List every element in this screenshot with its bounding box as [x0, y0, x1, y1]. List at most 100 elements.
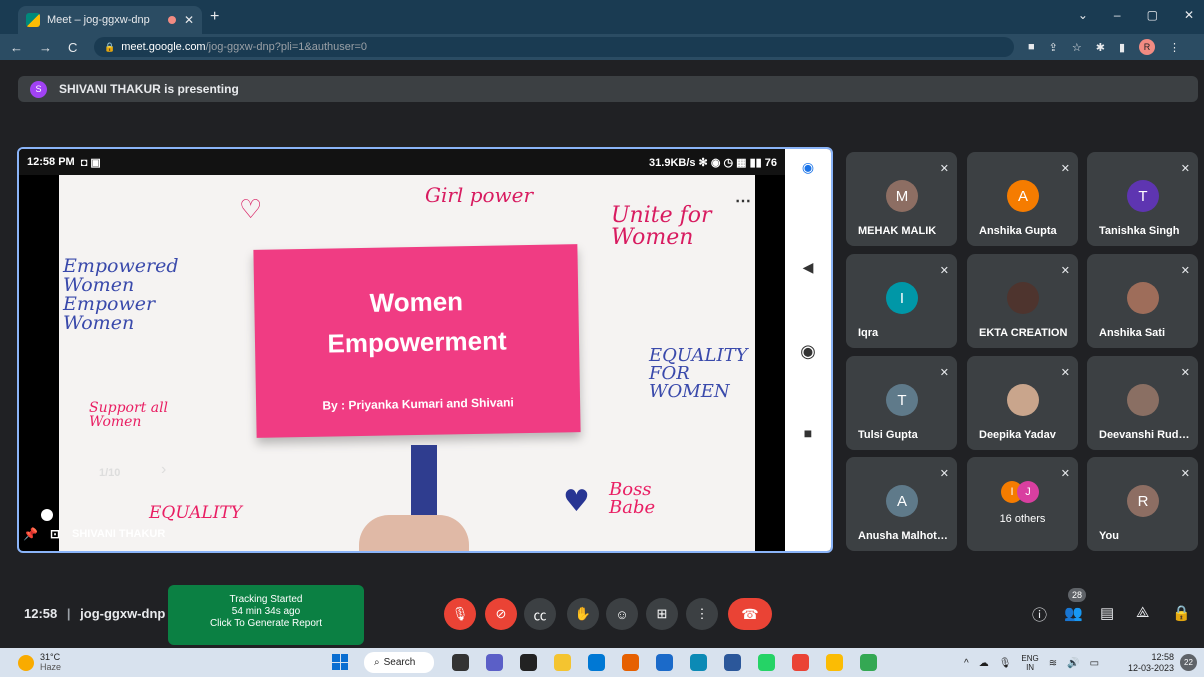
forward-icon[interactable]: → [39, 40, 52, 55]
windows-start-icon[interactable] [332, 654, 348, 670]
camera-off-button[interactable]: ⊘ [485, 598, 517, 630]
participant-avatar: R [1127, 485, 1159, 517]
battery-icon[interactable]: ▭ [1090, 658, 1099, 669]
participant-avatar: A [886, 485, 918, 517]
participant-name: MEHAK MALIK [858, 225, 937, 237]
word-icon[interactable] [724, 654, 741, 671]
tray-expand-icon[interactable]: ^ [964, 658, 969, 669]
participant-avatar: T [1127, 180, 1159, 212]
participant-avatar [1007, 384, 1039, 416]
leave-call-button[interactable]: ☎ [728, 598, 772, 630]
firefox-icon[interactable] [622, 654, 639, 671]
volume-icon[interactable]: 🔊 [1067, 658, 1079, 669]
chat-icon[interactable]: ▤ [1100, 604, 1114, 622]
presenter-name-bar: 📌 ⊡ SHIVANI THAKUR [23, 527, 165, 541]
tab-close-icon[interactable]: ✕ [184, 13, 194, 27]
slide: ♡ Girl power Unite for Women Empowered W… [59, 175, 755, 551]
recents-square-icon[interactable]: ■ [785, 425, 831, 441]
maximize-icon[interactable]: ▢ [1147, 8, 1158, 22]
participant-tile[interactable]: ✕ I Iqra [846, 254, 957, 348]
app-icon[interactable] [656, 654, 673, 671]
back-triangle-icon[interactable]: ◀ [785, 259, 831, 276]
raise-hand-button[interactable]: ✋ [567, 598, 599, 630]
reload-icon[interactable]: C [68, 40, 77, 55]
tracking-report-button[interactable]: Tracking Started 54 min 34s ago Click To… [168, 585, 364, 645]
tab-meet[interactable]: Meet – jog-ggxw-dnp ✕ [18, 6, 202, 34]
participant-tile[interactable]: ✕ M MEHAK MALIK [846, 152, 957, 246]
participant-tile[interactable]: ✕ Deepika Yadav [967, 356, 1078, 450]
share-icon[interactable]: ⇪ [1049, 41, 1058, 54]
mic-tray-icon[interactable]: 🎙 [999, 658, 1012, 669]
widgets-icon[interactable] [520, 654, 537, 671]
presenter-name: SHIVANI THAKUR [72, 528, 166, 540]
presenting-banner: S SHIVANI THAKUR is presenting [18, 76, 1198, 102]
sidepanel-icon[interactable]: ▮ [1119, 41, 1125, 54]
chrome-icon[interactable] [826, 654, 843, 671]
doodle-girl-power: Girl power [425, 183, 534, 207]
people-icon[interactable]: 👥 [1064, 604, 1083, 622]
chrome-profile-icon[interactable] [792, 654, 809, 671]
store-icon[interactable] [588, 654, 605, 671]
slide-more-icon[interactable]: ⋯ [735, 191, 751, 211]
address-bar[interactable]: 🔒 meet.google.com /jog-ggxw-dnp?pli=1&au… [94, 37, 1014, 57]
notification-badge[interactable]: 22 [1180, 654, 1197, 671]
back-icon[interactable]: ← [10, 40, 23, 55]
participant-tile[interactable]: ✕ T Tulsi Gupta [846, 356, 957, 450]
mic-muted-icon: ✕ [1180, 468, 1190, 480]
doodle-unite-women: Unite for Women [611, 203, 712, 250]
menu-kebab-icon[interactable]: ⋮ [1169, 41, 1180, 54]
phone-status-bar: 12:58 PM ◘ ▣ 31.9KB/s ✻ ◉ ◷ ▦ ▮▮ 76 [19, 149, 785, 175]
file-explorer-icon[interactable] [554, 654, 571, 671]
task-view-icon[interactable] [452, 654, 469, 671]
edge-icon[interactable] [690, 654, 707, 671]
cloud-icon[interactable]: ☁ [979, 658, 989, 669]
taskbar-clock[interactable]: 12:58 12-03-2023 [1128, 652, 1174, 674]
mic-muted-icon: ✕ [939, 367, 949, 379]
participant-avatar: T [886, 384, 918, 416]
participant-tile[interactable]: ✕ Anshika Sati [1087, 254, 1198, 348]
chrome-active-icon[interactable] [860, 654, 877, 671]
weather-widget[interactable]: 31°C Haze [18, 652, 61, 673]
participant-tile[interactable]: ✕ A Anusha Malhot… [846, 457, 957, 551]
presentation-stage[interactable]: 12:58 PM ◘ ▣ 31.9KB/s ✻ ◉ ◷ ▦ ▮▮ 76 ♡ Gi… [17, 147, 833, 553]
participant-name: You [1099, 530, 1119, 542]
bookmark-star-icon[interactable]: ☆ [1072, 41, 1082, 54]
teams-chat-icon[interactable] [486, 654, 503, 671]
clock-time: 12:58 [1151, 652, 1175, 662]
participant-tile[interactable]: ✕ Deevanshi Rud… [1087, 356, 1198, 450]
language-indicator[interactable]: ENG IN [1021, 654, 1038, 673]
mic-muted-icon: ✕ [1060, 367, 1070, 379]
wifi-icon[interactable]: ≋ [1049, 658, 1057, 669]
host-controls-icon[interactable]: 🔒 [1172, 604, 1191, 622]
tab-search-icon[interactable]: ⌄ [1078, 8, 1088, 22]
emoji-button[interactable]: ☺ [606, 598, 638, 630]
separator: | [66, 606, 71, 621]
more-options-button[interactable]: ⋮ [686, 598, 718, 630]
next-slide-icon[interactable]: › [161, 461, 166, 479]
participant-tile[interactable]: ✕ T Tanishka Singh [1087, 152, 1198, 246]
present-button[interactable]: ⊞ [646, 598, 678, 630]
participant-tile[interactable]: ✕ I J 16 others [967, 457, 1078, 551]
minimize-icon[interactable]: – [1114, 8, 1121, 22]
lang-line2: IN [1026, 662, 1035, 672]
camera-icon[interactable]: ■ [1028, 41, 1035, 53]
participant-tile[interactable]: ✕ EKTA CREATION [967, 254, 1078, 348]
profile-avatar[interactable]: R [1139, 39, 1156, 55]
pin-icon[interactable]: 📌 [23, 527, 38, 541]
extensions-icon[interactable]: ✱ [1096, 41, 1105, 54]
mic-off-button[interactable]: 🎙 [444, 598, 476, 630]
participant-tile[interactable]: ✕ A Anshika Gupta [967, 152, 1078, 246]
taskbar-search[interactable]: ⌕ Search [364, 652, 434, 673]
assistant-icon[interactable]: ◉ [785, 159, 831, 176]
close-window-icon[interactable]: ✕ [1184, 8, 1194, 22]
meeting-details-icon[interactable]: ⓘ [1032, 604, 1047, 625]
home-circle-icon[interactable]: ◉ [785, 341, 831, 362]
participant-tile[interactable]: ✕ R You [1087, 457, 1198, 551]
mic-muted-icon: ✕ [1060, 468, 1070, 480]
search-icon: ⌕ [374, 657, 380, 668]
whatsapp-icon[interactable] [758, 654, 775, 671]
new-tab-button[interactable]: + [210, 8, 219, 26]
present-screen-icon[interactable]: ⊡ [50, 527, 60, 541]
activities-icon[interactable]: ⟁ [1136, 604, 1149, 621]
captions-button[interactable]: ㏄ [524, 598, 556, 630]
